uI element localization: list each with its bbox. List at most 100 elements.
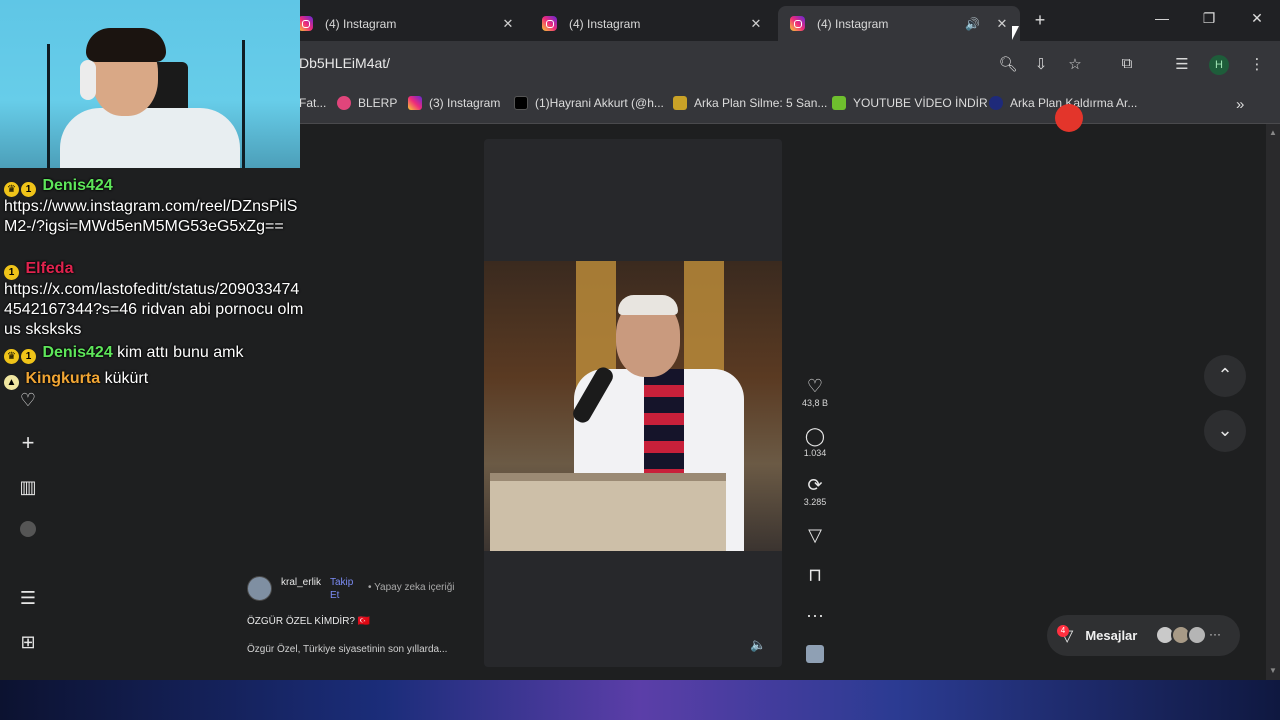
heart-icon: ♡ bbox=[806, 376, 824, 396]
send-icon: ▽ bbox=[808, 525, 822, 545]
crown-badge-icon: ♛ bbox=[4, 349, 19, 364]
user-badge-icon: ▲ bbox=[4, 375, 19, 390]
chat-text: https://www.instagram.com/reel/DZnsPilSM… bbox=[4, 198, 298, 235]
follow-button[interactable]: Takip Et bbox=[330, 576, 360, 602]
folder-icon bbox=[673, 96, 687, 110]
bookmark-item[interactable]: Arka Plan Silme: 5 San... bbox=[673, 96, 827, 110]
like-button[interactable]: ♡ 43,8 B bbox=[798, 375, 832, 408]
comment-button[interactable]: ◯ 1.034 bbox=[798, 425, 832, 458]
dashboard-icon[interactable]: ▥ bbox=[18, 477, 38, 497]
instagram-icon bbox=[298, 16, 313, 31]
repost-button[interactable]: ⟳ 3.285 bbox=[798, 474, 832, 507]
bookmark-label: Fat... bbox=[299, 96, 327, 110]
more-menu-icon[interactable]: ☰ bbox=[18, 588, 38, 608]
repost-count: 3.285 bbox=[803, 497, 827, 507]
audio-avatar[interactable] bbox=[798, 645, 832, 667]
bookmark-item[interactable]: Fat... bbox=[299, 96, 326, 110]
mouse-cursor-icon bbox=[1012, 26, 1019, 40]
tab-instagram-1[interactable]: (4) Instagram ✕ bbox=[286, 6, 526, 41]
podium bbox=[490, 473, 726, 551]
zoom-icon[interactable]: 🔍︎ bbox=[998, 55, 1018, 73]
webcam-overlay bbox=[0, 0, 300, 168]
tab-instagram-active[interactable]: (4) Instagram 🔊 ✕ bbox=[778, 6, 1020, 41]
bookmark-label: (1)Hayrani Akkurt (@h... bbox=[535, 96, 664, 110]
chat-username: Denis424 bbox=[42, 177, 113, 194]
chat-message: ▲ Kingkurta kükürt bbox=[4, 369, 304, 390]
messages-label: Mesajlar bbox=[1085, 628, 1138, 643]
speaker-scarf bbox=[644, 369, 684, 479]
more-icon: ··· bbox=[1209, 627, 1221, 641]
scroll-up-arrow-icon[interactable]: ▲ bbox=[1269, 128, 1277, 137]
crown-badge-icon: ♛ bbox=[4, 182, 19, 197]
desktop-wallpaper bbox=[0, 680, 1280, 720]
video-frame bbox=[484, 261, 782, 551]
screen: { "tabs": [ {"title": "(4) Instagram", "… bbox=[0, 0, 1280, 720]
pen-tool-icon bbox=[1055, 104, 1083, 132]
chat-message: 1 Elfeda https://x.com/lastofeditt/statu… bbox=[4, 259, 304, 340]
also-from-meta-icon[interactable]: ⊞ bbox=[18, 632, 38, 652]
author-avatar[interactable] bbox=[247, 576, 272, 601]
media-control-icon[interactable]: ☰ bbox=[1172, 55, 1192, 73]
chat-username: Kingkurta bbox=[25, 370, 101, 387]
reel-video[interactable]: 🔈 bbox=[484, 139, 782, 667]
profile-avatar-icon[interactable] bbox=[18, 521, 38, 541]
minimize-button[interactable]: — bbox=[1152, 10, 1172, 26]
person-body bbox=[60, 108, 240, 168]
bookmark-item[interactable]: (3) Instagram bbox=[408, 96, 500, 110]
chat-message: ♛ 1 Denis424 https://www.instagram.com/re… bbox=[4, 176, 304, 237]
menu-kebab-icon[interactable]: ⋮ bbox=[1247, 55, 1267, 73]
next-reel-button[interactable]: ⌄ bbox=[1204, 410, 1246, 452]
scroll-down-arrow-icon[interactable]: ▼ bbox=[1269, 666, 1277, 675]
messages-button[interactable]: ▽ 4 Mesajlar ··· bbox=[1047, 615, 1240, 656]
new-tab-button[interactable]: + bbox=[1030, 10, 1050, 30]
repost-icon: ⟳ bbox=[807, 475, 823, 495]
extensions-icon[interactable]: ⧉ bbox=[1117, 55, 1137, 72]
conversation-avatars bbox=[1155, 625, 1207, 645]
tab-title: (4) Instagram bbox=[569, 16, 641, 31]
previous-reel-button[interactable]: ⌃ bbox=[1204, 355, 1246, 397]
bookmark-item[interactable]: YOUTUBE VİDEO İNDİR bbox=[832, 96, 988, 110]
chat-username: Elfeda bbox=[25, 260, 74, 277]
volume-icon[interactable]: 🔈 bbox=[750, 637, 766, 653]
author-username[interactable]: kral_erlik bbox=[281, 576, 323, 589]
download-arrow-icon bbox=[832, 96, 846, 110]
tab-instagram-2[interactable]: (4) Instagram ✕ bbox=[530, 6, 774, 41]
level-badge-icon: 1 bbox=[21, 349, 36, 364]
restore-button[interactable]: ❐ bbox=[1199, 10, 1219, 27]
more-options-button[interactable]: ··· bbox=[798, 604, 832, 626]
bookmark-star-icon[interactable]: ☆ bbox=[1065, 55, 1085, 73]
tab-close-icon[interactable]: ✕ bbox=[498, 16, 518, 32]
bookmarks-overflow-button[interactable]: » bbox=[1236, 96, 1244, 113]
heart-icon[interactable]: ♡ bbox=[18, 390, 38, 410]
bookmark-icon: ⊓ bbox=[807, 565, 823, 585]
create-plus-icon[interactable]: + bbox=[18, 432, 38, 454]
headphone bbox=[80, 60, 96, 100]
share-button[interactable]: ▽ bbox=[798, 524, 832, 546]
chat-message: ♛ 1 Denis424 kim attı bunu amk bbox=[4, 343, 304, 364]
chat-text: kükürt bbox=[104, 370, 149, 387]
page-scrollbar[interactable]: ▲ ▼ bbox=[1266, 124, 1280, 680]
level-badge-icon: 1 bbox=[4, 265, 19, 280]
ellipsis-icon: ··· bbox=[806, 605, 824, 625]
address-bar[interactable]: Db5HLEiM4at/ bbox=[299, 55, 390, 71]
like-count: 43,8 B bbox=[801, 398, 829, 408]
bookmark-item[interactable]: BLERP bbox=[337, 96, 397, 110]
profile-avatar[interactable]: H bbox=[1209, 55, 1229, 75]
install-app-icon[interactable]: ⇩ bbox=[1031, 55, 1051, 73]
tab-title: (4) Instagram bbox=[325, 16, 397, 31]
tiktok-icon bbox=[514, 96, 528, 110]
tab-close-icon[interactable]: ✕ bbox=[992, 16, 1012, 32]
instagram-icon bbox=[790, 16, 805, 31]
save-button[interactable]: ⊓ bbox=[798, 564, 832, 586]
instagram-icon bbox=[542, 16, 557, 31]
tab-close-icon[interactable]: ✕ bbox=[746, 16, 766, 32]
chat-text: https://x.com/lastofeditt/status/2090334… bbox=[4, 281, 304, 338]
close-window-button[interactable]: ✕ bbox=[1247, 10, 1267, 27]
caption-title: ÖZGÜR ÖZEL KİMDİR? 🇹🇷 bbox=[247, 616, 371, 627]
speaker-icon[interactable]: 🔊 bbox=[965, 17, 980, 31]
chat-text: kim attı bunu amk bbox=[117, 344, 244, 361]
light-stand bbox=[47, 44, 50, 168]
bookmark-item[interactable]: (1)Hayrani Akkurt (@h... bbox=[514, 96, 664, 110]
ai-content-label: • Yapay zeka içeriği bbox=[368, 582, 455, 593]
caption-text[interactable]: Özgür Özel, Türkiye siyasetinin son yıll… bbox=[247, 644, 447, 655]
